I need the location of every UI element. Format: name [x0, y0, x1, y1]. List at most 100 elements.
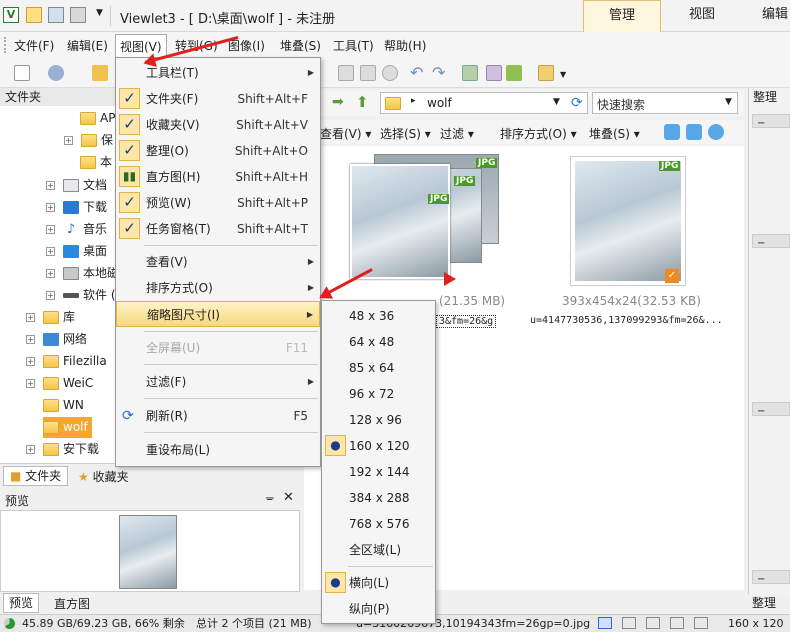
view-mode-icon[interactable] — [694, 617, 708, 629]
view-mode-icon[interactable] — [670, 617, 684, 629]
viewbar-stack[interactable]: 堆叠(S) ▾ — [589, 125, 640, 142]
tree-item[interactable]: 本 — [80, 152, 112, 173]
save-toolbar-icon[interactable] — [338, 65, 354, 81]
tree-item[interactable]: + 软件 ( — [46, 285, 116, 306]
expand-icon[interactable]: + — [26, 313, 35, 322]
pin-icon[interactable]: ᚚ — [266, 491, 274, 504]
folder-icon[interactable] — [92, 65, 108, 81]
size-option[interactable]: 64 x 48 — [322, 329, 435, 355]
thumbnail-card[interactable]: JPG ✓ — [570, 156, 686, 286]
viewbar-view[interactable]: 查看(V) ▾ — [320, 125, 371, 142]
tree-item[interactable]: + 网络 — [26, 329, 87, 350]
edit-image-icon[interactable] — [462, 65, 478, 81]
tab-edit[interactable]: 编辑 — [745, 0, 790, 32]
menu-tools[interactable]: 工具(T) — [333, 37, 374, 54]
expand-icon[interactable]: + — [26, 335, 35, 344]
tree-item[interactable]: + 库 — [26, 307, 75, 328]
size-option[interactable]: 48 x 36 — [322, 303, 435, 329]
back-icon[interactable] — [48, 65, 64, 81]
menu-item-preview[interactable]: ✓ 预览(W) Shift+Alt+P — [116, 190, 320, 216]
toolbar-more-icon[interactable]: ▼ — [560, 70, 566, 79]
tree-item[interactable]: AP — [80, 108, 115, 129]
expand-icon[interactable]: + — [26, 379, 35, 388]
collapse-icon[interactable]: − — [752, 570, 790, 585]
size-option[interactable]: 192 x 144 — [322, 459, 435, 485]
expand-icon[interactable]: + — [46, 181, 55, 190]
size-option[interactable]: 384 x 288 — [322, 485, 435, 511]
collapse-icon[interactable]: − — [752, 114, 790, 129]
view-mode-icon[interactable] — [622, 617, 636, 629]
quick-access-dropdown-icon[interactable]: ▼ — [96, 8, 103, 18]
tab-folders[interactable]: ■ 文件夹 — [3, 466, 69, 486]
menu-stack[interactable]: 堆叠(S) — [280, 37, 321, 54]
tree-item-selected[interactable]: wolf — [43, 417, 92, 438]
tab-manage[interactable]: 管理 — [583, 0, 661, 32]
size-option[interactable]: 768 x 576 — [322, 511, 435, 537]
size-option-selected[interactable]: ● 160 x 120 — [322, 433, 435, 459]
stack-front-image[interactable] — [350, 164, 450, 279]
refresh-view-icon[interactable] — [708, 124, 724, 140]
convert-icon[interactable] — [486, 65, 502, 81]
size-option[interactable]: 85 x 64 — [322, 355, 435, 381]
tab-view[interactable]: 视图 — [664, 0, 740, 32]
search-input[interactable]: 快速搜索 ▼ — [592, 92, 738, 114]
menu-item-filter[interactable]: 过滤(F) ▶ — [116, 369, 320, 395]
redo-icon[interactable]: ↷ — [432, 65, 448, 81]
chevron-down-icon[interactable]: ▼ — [553, 97, 560, 107]
rotate-left-icon[interactable] — [664, 124, 680, 140]
menu-item-thumbnail-size[interactable]: 缩略图尺寸(I) ▶ — [116, 301, 320, 327]
size-option[interactable]: 96 x 72 — [322, 381, 435, 407]
tree-item[interactable]: + 下载 — [46, 197, 107, 218]
chevron-down-icon[interactable]: ▼ — [725, 97, 732, 107]
size-option[interactable]: 128 x 96 — [322, 407, 435, 433]
thumbnail-filename[interactable]: u=4147730536,137099293&fm=26&... — [530, 315, 723, 326]
menu-item-sort[interactable]: 排序方式(O) ▶ — [116, 275, 320, 301]
expand-icon[interactable]: + — [46, 269, 55, 278]
print-icon[interactable] — [382, 65, 398, 81]
menu-item-task-pane[interactable]: ✓ 任务窗格(T) Shift+Alt+T — [116, 216, 320, 242]
view-mode-icon[interactable] — [646, 617, 660, 629]
tab-preview[interactable]: 预览 — [3, 593, 40, 613]
tree-item[interactable]: + Filezilla — [26, 351, 107, 372]
forward-icon[interactable]: ➡ — [332, 94, 344, 110]
menu-help[interactable]: 帮助(H) — [384, 37, 426, 54]
menu-file[interactable]: 文件(F) — [14, 37, 54, 54]
viewbar-select[interactable]: 选择(S) ▾ — [380, 125, 431, 142]
expand-icon[interactable]: + — [46, 225, 55, 234]
open-folder-icon[interactable] — [26, 7, 42, 23]
menu-item-view[interactable]: 查看(V) ▶ — [116, 249, 320, 275]
tab-favorites[interactable]: ★ 收藏夹 — [78, 468, 129, 486]
up-icon[interactable]: ⬆ — [356, 93, 369, 111]
slideshow-icon[interactable] — [538, 65, 554, 81]
menu-item-favorites[interactable]: ✓ 收藏夹(V) Shift+Alt+V — [116, 112, 320, 138]
menu-item-organize[interactable]: ✓ 整理(O) Shift+Alt+O — [116, 138, 320, 164]
expand-icon[interactable]: + — [46, 291, 55, 300]
collapse-icon[interactable]: − — [752, 402, 790, 417]
refresh-icon[interactable]: ⟳ — [571, 95, 583, 111]
menu-item-histogram[interactable]: ▮▮ 直方图(H) Shift+Alt+H — [116, 164, 320, 190]
tree-item[interactable]: + ♪ 音乐 — [46, 219, 107, 240]
close-icon[interactable]: ✕ — [283, 490, 294, 505]
forward-green-icon[interactable] — [506, 65, 522, 81]
tab-histogram[interactable]: 直方图 — [54, 595, 90, 612]
orientation-landscape[interactable]: ● 横向(L) — [322, 570, 435, 596]
organize-bottom-tab[interactable]: 整理 — [748, 594, 790, 614]
image-icon[interactable] — [48, 7, 64, 23]
expand-icon[interactable]: + — [46, 203, 55, 212]
tree-item[interactable]: + WeiC — [26, 373, 93, 394]
undo-icon[interactable]: ↶ — [410, 65, 426, 81]
rotate-right-icon[interactable] — [686, 124, 702, 140]
expand-icon[interactable]: + — [26, 357, 35, 366]
tree-item[interactable]: WN — [43, 395, 84, 416]
orientation-portrait[interactable]: 纵向(P) — [322, 596, 435, 622]
address-input[interactable]: ▸ wolf ▼ ⟳ — [380, 92, 588, 114]
size-option-full-area[interactable]: 全区域(L) — [322, 537, 435, 563]
collapse-icon[interactable]: − — [752, 234, 790, 249]
thumbnail-filename[interactable]: 3&fm=26&g — [436, 315, 497, 328]
save-icon[interactable] — [70, 7, 86, 23]
tree-item[interactable]: + 保 — [64, 130, 113, 151]
menu-item-reset-layout[interactable]: 重设布局(L) — [116, 437, 320, 463]
menu-item-refresh[interactable]: ⟳ 刷新(R) F5 — [116, 403, 320, 429]
menu-item-fullscreen[interactable]: 全屏幕(U) F11 — [116, 335, 320, 361]
viewbar-filter[interactable]: 过滤 ▾ — [440, 125, 474, 142]
